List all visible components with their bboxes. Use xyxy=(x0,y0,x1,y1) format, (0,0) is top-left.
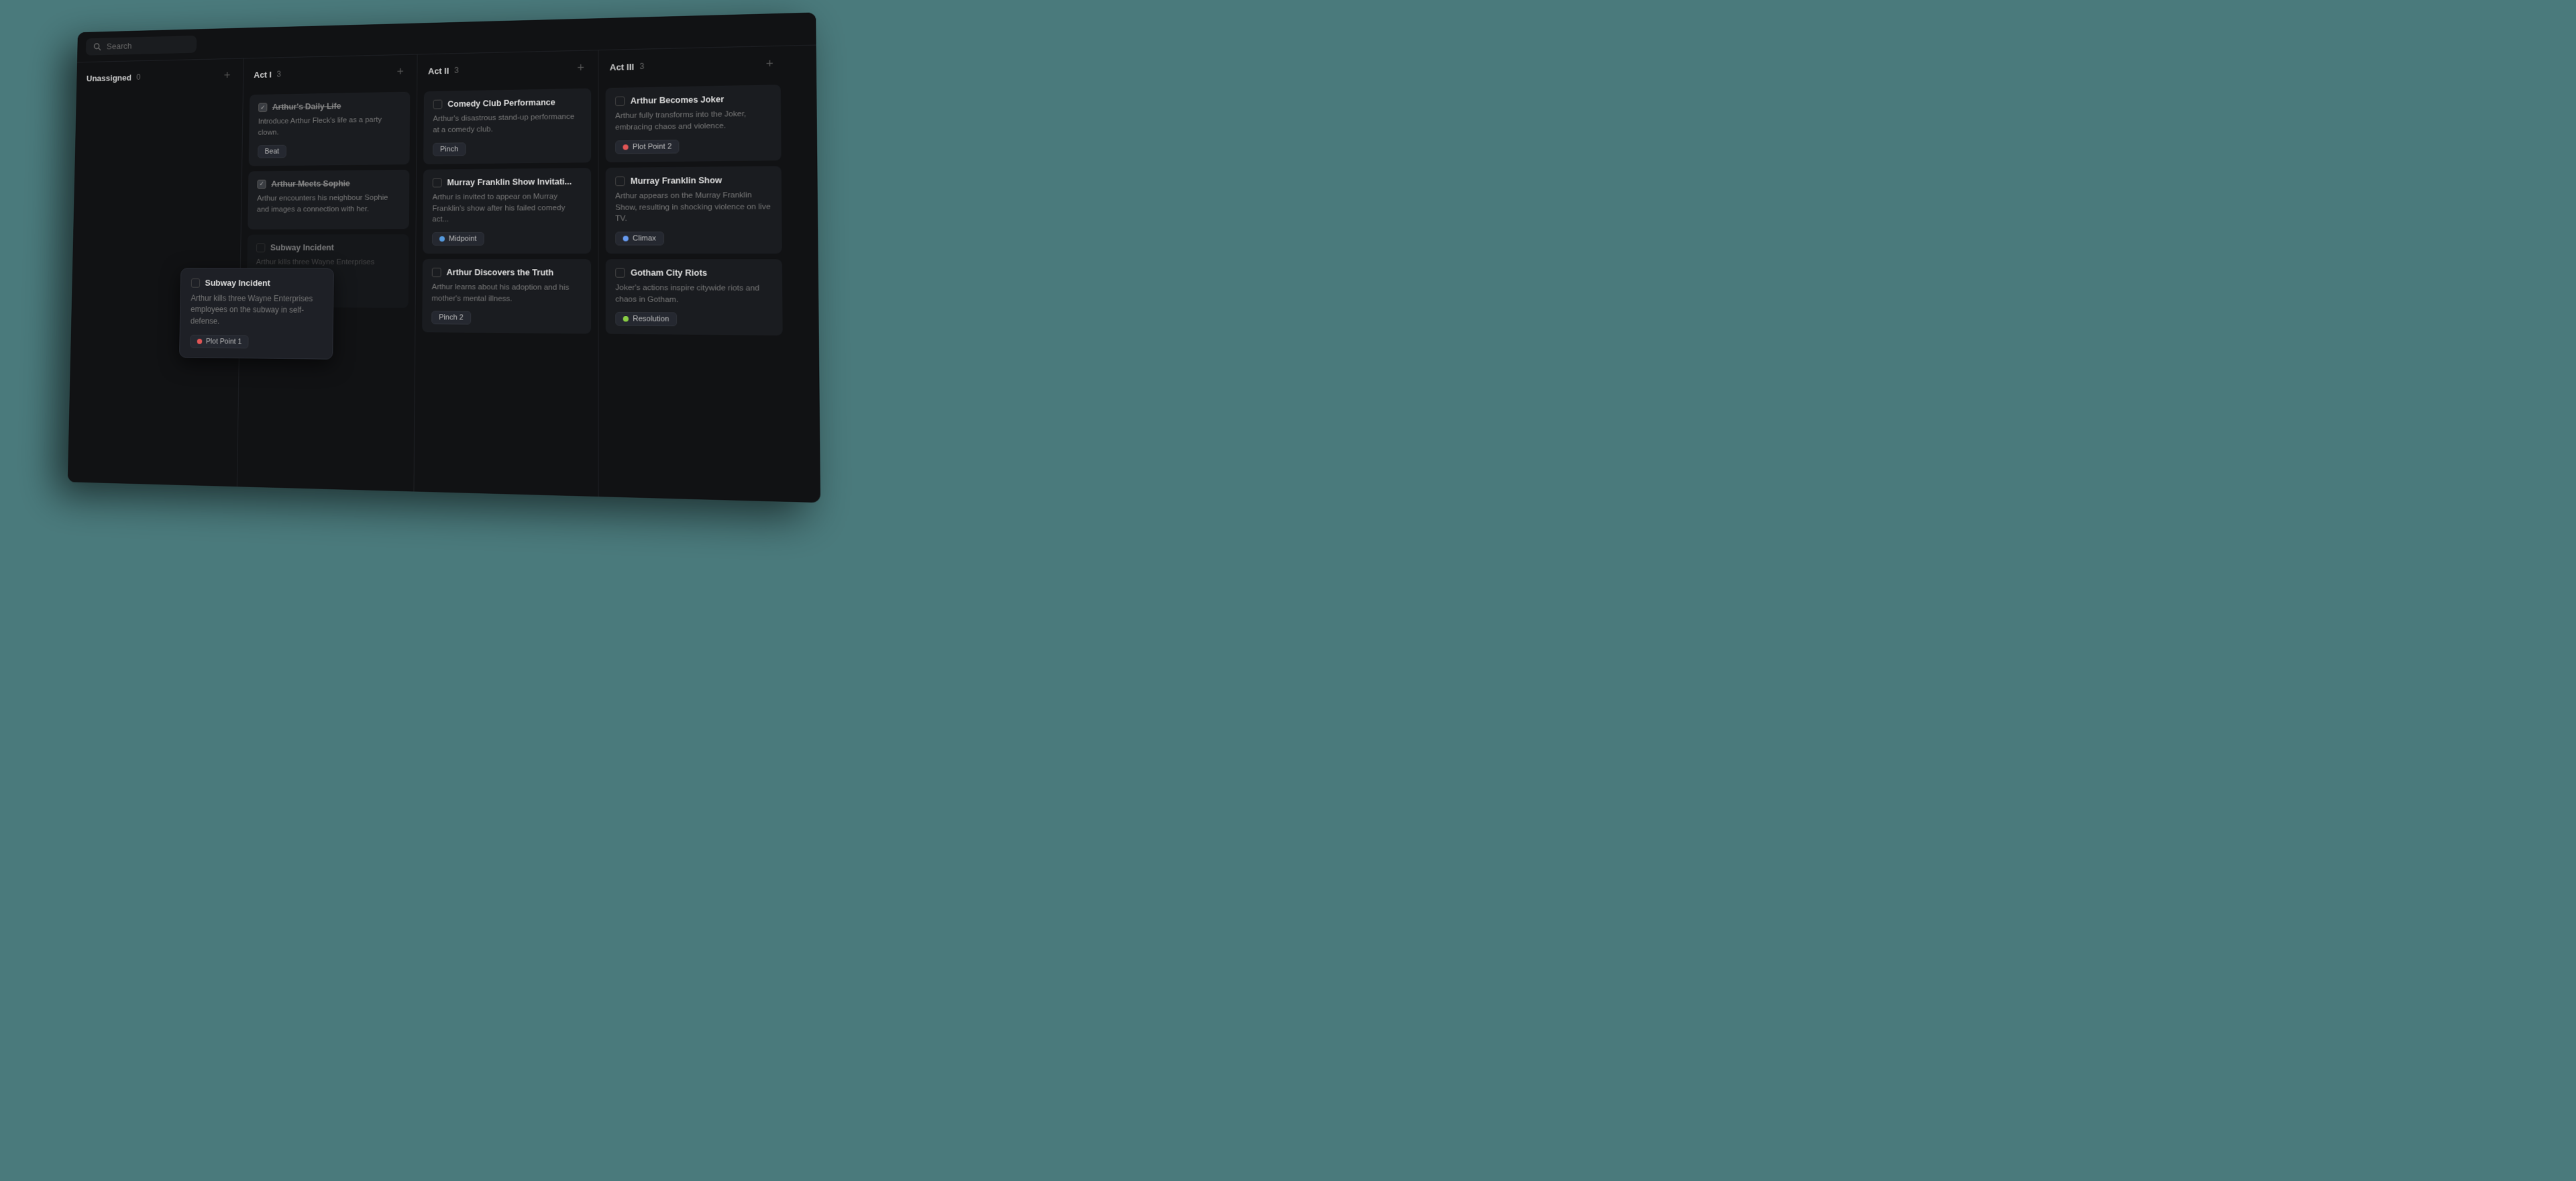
card-tag-murray-show: Climax xyxy=(615,232,663,246)
card-arthurs-daily-life[interactable]: Arthur's Daily Life Introduce Arthur Fle… xyxy=(249,92,411,166)
column-title-act2: Act II xyxy=(428,66,449,76)
card-desc-murray-inv: Arthur is invited to appear on Murray Fr… xyxy=(432,191,582,225)
card-tag-label-joker: Plot Point 2 xyxy=(633,142,672,151)
card-murray-invitation[interactable]: Murray Franklin Show Invitati... Arthur … xyxy=(423,168,591,254)
card-tag-label-discovers: Pinch 2 xyxy=(439,314,464,322)
column-add-btn-act2[interactable]: + xyxy=(574,60,587,75)
card-title-murray-inv: Murray Franklin Show Invitati... xyxy=(447,176,572,188)
card-checkbox-joker[interactable] xyxy=(615,97,625,106)
card-header-discovers: Arthur Discovers the Truth xyxy=(432,267,582,278)
tooltip-card-header: Subway Incident xyxy=(191,278,323,288)
card-header-subway: Subway Incident xyxy=(256,242,400,253)
card-tag-dot-murray-inv xyxy=(439,236,445,242)
card-arthur-becomes-joker[interactable]: Arthur Becomes Joker Arthur fully transf… xyxy=(606,85,782,162)
card-tag-label-daily-life: Beat xyxy=(265,147,280,155)
tooltip-tag: Plot Point 1 xyxy=(190,335,249,349)
card-title-joker: Arthur Becomes Joker xyxy=(631,94,724,107)
card-murray-show[interactable]: Murray Franklin Show Arthur appears on t… xyxy=(606,166,782,254)
card-desc-gotham: Joker's actions inspire citywide riots a… xyxy=(615,283,772,306)
card-header-gotham: Gotham City Riots xyxy=(615,267,772,278)
column-count-act1: 3 xyxy=(276,70,281,79)
card-header-joker: Arthur Becomes Joker xyxy=(615,93,771,107)
card-desc-discovers: Arthur learns about his adoption and his… xyxy=(431,282,581,305)
card-tag-comedy: Pinch xyxy=(433,142,466,156)
card-tag-discovers: Pinch 2 xyxy=(431,311,471,325)
card-tag-label-gotham: Resolution xyxy=(633,315,669,324)
card-tag-label-murray-inv: Midpoint xyxy=(449,235,477,243)
tooltip-tag-label: Plot Point 1 xyxy=(206,338,241,346)
tooltip-checkbox[interactable] xyxy=(191,278,200,288)
card-checkbox-murray-inv[interactable] xyxy=(433,178,442,187)
column-act2: Act II 3 + Comedy Club Performance Arthu… xyxy=(414,50,598,497)
tooltip-tag-dot xyxy=(197,339,203,344)
card-checkbox-gotham[interactable] xyxy=(615,268,625,277)
card-tag-joker: Plot Point 2 xyxy=(615,140,680,154)
card-desc-joker: Arthur fully transforms into the Joker, … xyxy=(615,108,771,133)
card-checkbox-comedy[interactable] xyxy=(433,100,443,109)
column-header-act2: Act II 3 + xyxy=(417,50,598,86)
tooltip-card: Subway Incident Arthur kills three Wayne… xyxy=(179,268,334,360)
column-header-act1: Act I 3 + xyxy=(244,54,417,89)
card-title-murray-show: Murray Franklin Show xyxy=(631,174,722,187)
card-checkbox-subway[interactable] xyxy=(256,244,266,253)
search-icon xyxy=(93,42,102,52)
card-tag-murray-inv: Midpoint xyxy=(432,232,484,246)
column-content-act2: Comedy Club Performance Arthur's disastr… xyxy=(414,83,598,497)
card-comedy-club[interactable]: Comedy Club Performance Arthur's disastr… xyxy=(423,89,591,164)
column-header-act3: Act III 3 + xyxy=(598,46,788,83)
card-desc-comedy: Arthur's disastrous stand-up performance… xyxy=(433,111,582,136)
card-tag-dot-gotham xyxy=(623,317,629,322)
card-header-comedy: Comedy Club Performance xyxy=(433,97,582,110)
column-add-btn-act3[interactable]: + xyxy=(763,56,776,71)
card-desc-murray-show: Arthur appears on the Murray Franklin Sh… xyxy=(615,189,771,225)
column-add-btn-act1[interactable]: + xyxy=(394,64,407,79)
card-arthur-meets-sophie[interactable]: Arthur Meets Sophie Arthur encounters hi… xyxy=(248,170,409,230)
card-tag-label-murray-show: Climax xyxy=(633,234,656,242)
card-desc-daily-life: Introduce Arthur Fleck's life as a party… xyxy=(258,115,400,139)
column-count-act3: 3 xyxy=(639,62,644,71)
card-arthur-discovers[interactable]: Arthur Discovers the Truth Arthur learns… xyxy=(422,259,591,334)
card-tag-label-comedy: Pinch xyxy=(440,145,458,153)
card-checkbox-discovers[interactable] xyxy=(432,268,441,277)
search-input-wrapper[interactable]: Search xyxy=(86,36,197,56)
card-desc-sophie: Arthur encounters his neighbour Sophie a… xyxy=(257,193,400,215)
card-header-murray-show: Murray Franklin Show xyxy=(615,174,771,187)
column-title-act1: Act I xyxy=(254,69,272,79)
column-title-unassigned: Unassigned xyxy=(87,72,131,83)
card-title-gotham: Gotham City Riots xyxy=(631,267,707,278)
card-header-murray-inv: Murray Franklin Show Invitati... xyxy=(433,176,582,188)
card-title-discovers: Arthur Discovers the Truth xyxy=(447,267,554,278)
column-title-act3: Act III xyxy=(610,62,634,72)
column-act3: Act III 3 + Arthur Becomes Joker Arthur … xyxy=(598,46,791,502)
search-placeholder: Search xyxy=(107,41,132,51)
column-content-act3: Arthur Becomes Joker Arthur fully transf… xyxy=(598,79,791,502)
card-header-daily-life: Arthur's Daily Life xyxy=(258,100,401,113)
column-add-btn-unassigned[interactable]: + xyxy=(221,68,233,82)
column-count-act2: 3 xyxy=(454,66,459,75)
card-title-daily-life: Arthur's Daily Life xyxy=(272,101,341,113)
card-title-subway: Subway Incident xyxy=(270,242,334,253)
card-checkbox-murray-show[interactable] xyxy=(615,176,625,186)
card-title-sophie: Arthur Meets Sophie xyxy=(271,178,350,189)
tooltip-title: Subway Incident xyxy=(205,278,270,288)
card-checkbox-daily-life[interactable] xyxy=(258,103,267,112)
column-header-unassigned: Unassigned 0 + xyxy=(76,59,244,93)
card-checkbox-sophie[interactable] xyxy=(257,179,266,189)
card-title-comedy: Comedy Club Performance xyxy=(447,97,555,110)
card-gotham-riots[interactable]: Gotham City Riots Joker's actions inspir… xyxy=(606,259,783,336)
app-container: Search Unassigned 0 + Act I 3 + xyxy=(68,12,820,503)
card-tag-gotham: Resolution xyxy=(615,312,677,326)
card-tag-dot-murray-show xyxy=(623,236,629,241)
card-tag-daily-life: Beat xyxy=(258,144,286,158)
column-count-unassigned: 0 xyxy=(136,72,140,81)
tooltip-description: Arthur kills three Wayne Enterprises emp… xyxy=(191,293,323,328)
card-tag-dot-joker xyxy=(623,144,628,150)
card-header-sophie: Arthur Meets Sophie xyxy=(257,178,400,190)
